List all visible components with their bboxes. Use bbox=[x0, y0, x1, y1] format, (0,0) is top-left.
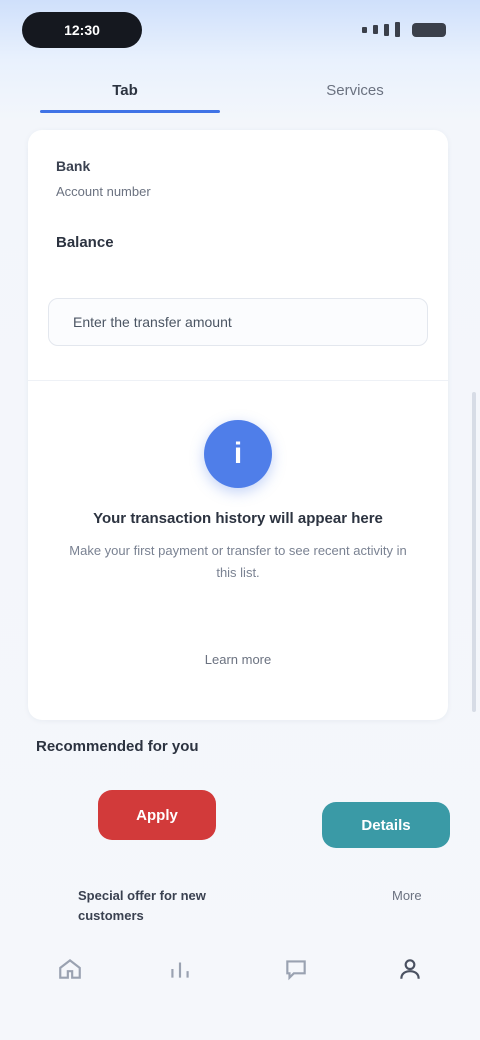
app-screen: 12:30 Tab Services Bank Account number B… bbox=[0, 0, 480, 1040]
account-card: Bank Account number Balance Enter the tr… bbox=[28, 130, 448, 720]
nav-home[interactable] bbox=[40, 944, 100, 994]
apply-button[interactable]: Apply bbox=[98, 790, 216, 840]
chat-icon bbox=[286, 960, 306, 981]
nav-profile[interactable] bbox=[380, 944, 440, 994]
account-subtitle: Account number bbox=[56, 184, 151, 199]
status-bar: 12:30 bbox=[0, 0, 480, 56]
balance-label: Balance bbox=[56, 234, 114, 251]
more-link[interactable]: More bbox=[392, 888, 422, 903]
nav-chart[interactable] bbox=[150, 944, 210, 994]
signal-icon bbox=[362, 26, 367, 33]
details-button[interactable]: Details bbox=[322, 802, 450, 848]
empty-state-title: Your transaction history will appear her… bbox=[93, 510, 383, 527]
profile-icon bbox=[400, 959, 420, 979]
account-label: Bank bbox=[56, 158, 91, 174]
home-icon bbox=[59, 958, 81, 979]
status-icons bbox=[362, 22, 446, 37]
scrollbar[interactable] bbox=[472, 392, 476, 712]
status-time: 12:30 bbox=[22, 12, 142, 48]
nav-chat[interactable] bbox=[266, 944, 326, 994]
tab-bar: Tab Services bbox=[0, 64, 480, 120]
signal-icon bbox=[395, 22, 400, 37]
promo-text: Special offer for new customers bbox=[78, 888, 206, 923]
bottom-nav bbox=[0, 930, 480, 1040]
tab-second[interactable]: Services bbox=[290, 74, 420, 106]
empty-state-description: Make your first payment or transfer to s… bbox=[69, 543, 407, 580]
tab-first[interactable]: Tab bbox=[60, 74, 190, 106]
tab-indicator bbox=[40, 110, 220, 113]
signal-icon bbox=[384, 23, 389, 36]
section-title: Recommended for you bbox=[36, 738, 199, 755]
info-icon: i bbox=[204, 420, 272, 488]
signal-icon bbox=[373, 25, 378, 34]
card-divider bbox=[28, 380, 448, 381]
learn-more-link[interactable]: Learn more bbox=[178, 652, 298, 667]
amount-input[interactable]: Enter the transfer amount bbox=[48, 298, 428, 346]
chart-icon bbox=[171, 962, 189, 978]
battery-icon bbox=[412, 22, 446, 37]
